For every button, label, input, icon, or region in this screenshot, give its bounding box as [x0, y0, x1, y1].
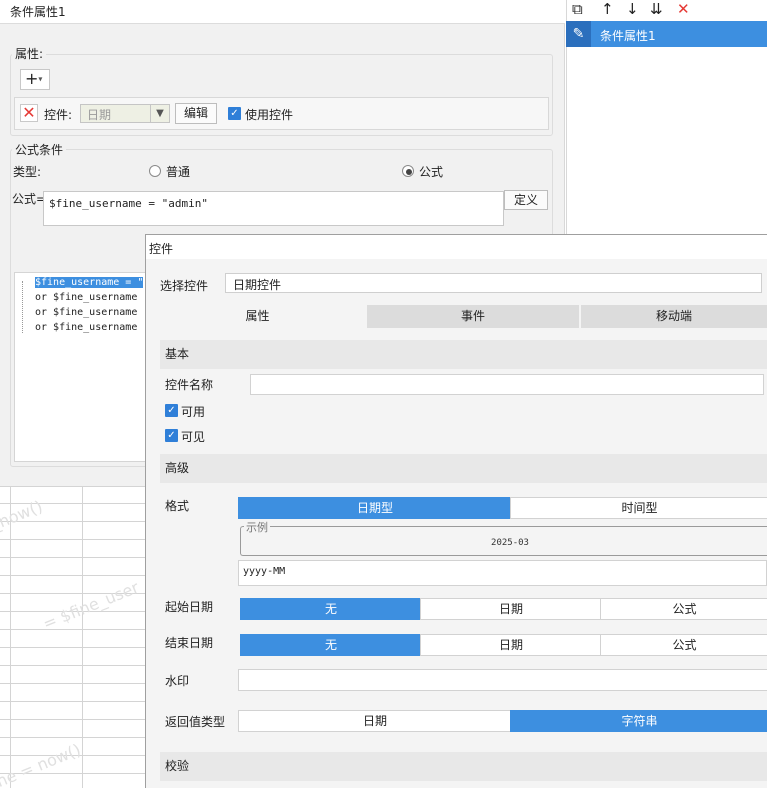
edit-button[interactable]: 编辑	[175, 103, 217, 124]
start-date-formula-option[interactable]: 公式	[600, 598, 767, 620]
example-value: 2025-03	[491, 538, 529, 548]
enabled-checkbox[interactable]: ✓	[165, 404, 178, 417]
start-date-label: 起始日期	[165, 600, 214, 614]
list-toolbar: ⧉ ↑ ↓ ⇊ ✕	[566, 0, 767, 20]
control-label: 控件:	[44, 108, 73, 122]
return-type-string-option[interactable]: 字符串	[510, 710, 767, 732]
control-select[interactable]: 日期 ▼	[80, 104, 170, 123]
control-name-input[interactable]	[250, 374, 764, 395]
radio-formula-label: 公式	[419, 165, 444, 179]
define-button[interactable]: 定义	[504, 190, 548, 210]
tree-item[interactable]: or $fine_username	[35, 292, 137, 303]
chevron-down-icon: ▼	[150, 105, 169, 122]
tree-guide	[22, 281, 24, 333]
section-validate: 校验	[160, 752, 767, 781]
select-control-input[interactable]: 日期控件	[225, 273, 762, 293]
format-pattern-input[interactable]: yyyy-MM	[238, 560, 767, 586]
tree-item[interactable]: or $fine_username	[35, 322, 137, 333]
properties-group-label: 属性:	[12, 45, 47, 62]
delete-icon[interactable]: ✕	[677, 0, 690, 18]
type-label: 类型:	[13, 165, 42, 179]
enabled-label: 可用	[181, 405, 206, 419]
tab-events[interactable]: 事件	[367, 305, 579, 328]
spreadsheet-grid: _now() = $fine_user ne = now()	[0, 486, 146, 788]
tree-item-selected[interactable]: $fine_username = "	[35, 277, 144, 288]
example-legend: 示例	[244, 519, 270, 535]
formula-input[interactable]: $fine_username = "admin"	[43, 191, 504, 226]
end-date-label: 结束日期	[165, 636, 214, 650]
copy-icon[interactable]: ⧉	[572, 0, 583, 18]
radio-normal[interactable]	[149, 165, 161, 177]
section-advanced: 高级	[160, 454, 767, 483]
arrow-down-icon[interactable]: ↓	[626, 0, 639, 18]
radio-formula[interactable]	[402, 165, 414, 177]
window-title: 条件属性1	[0, 0, 565, 24]
list-item-condition-1[interactable]: ✎ 条件属性1	[566, 21, 767, 47]
formula-label: 公式=	[12, 192, 47, 206]
remove-control-icon[interactable]: ✕	[20, 104, 38, 122]
end-date-date-option[interactable]: 日期	[420, 634, 602, 656]
dialog-title: 控件	[146, 235, 767, 259]
return-type-date-option[interactable]: 日期	[238, 710, 512, 732]
end-date-none-option[interactable]: 无	[240, 634, 422, 656]
list-item-label: 条件属性1	[600, 29, 656, 43]
tab-properties[interactable]: 属性	[150, 305, 365, 328]
add-button[interactable]: +▾	[20, 69, 50, 90]
use-control-checkbox[interactable]: ✓	[228, 107, 241, 120]
format-time-option[interactable]: 时间型	[510, 497, 767, 519]
control-name-label: 控件名称	[165, 378, 214, 392]
start-date-date-option[interactable]: 日期	[420, 598, 602, 620]
formula-group-label: 公式条件	[12, 141, 67, 158]
section-basic: 基本	[160, 340, 767, 369]
use-control-label: 使用控件	[245, 108, 294, 122]
radio-normal-label: 普通	[166, 165, 191, 179]
sheet-watermark-text: = $fine_user	[40, 577, 142, 634]
tree-item[interactable]: or $fine_username	[35, 307, 137, 318]
condition-tree[interactable]: $fine_username = " or $fine_username or …	[14, 272, 154, 462]
watermark-label: 水印	[165, 674, 190, 688]
visible-checkbox[interactable]: ✓	[165, 429, 178, 442]
tab-mobile[interactable]: 移动端	[581, 305, 767, 328]
start-date-none-option[interactable]: 无	[240, 598, 422, 620]
return-type-label: 返回值类型	[165, 715, 226, 729]
arrow-up-icon[interactable]: ↑	[601, 0, 614, 18]
pencil-icon: ✎	[566, 21, 591, 47]
dropdown-arrow-icon: ▾	[38, 74, 43, 84]
end-date-formula-option[interactable]: 公式	[600, 634, 767, 656]
watermark-input[interactable]	[238, 669, 767, 691]
format-date-option[interactable]: 日期型	[238, 497, 512, 519]
move-bottom-icon[interactable]: ⇊	[650, 0, 663, 18]
sheet-watermark-text: ne = now()	[0, 740, 84, 788]
visible-label: 可见	[181, 430, 206, 444]
format-label: 格式	[165, 499, 190, 513]
select-control-label: 选择控件	[160, 279, 209, 293]
